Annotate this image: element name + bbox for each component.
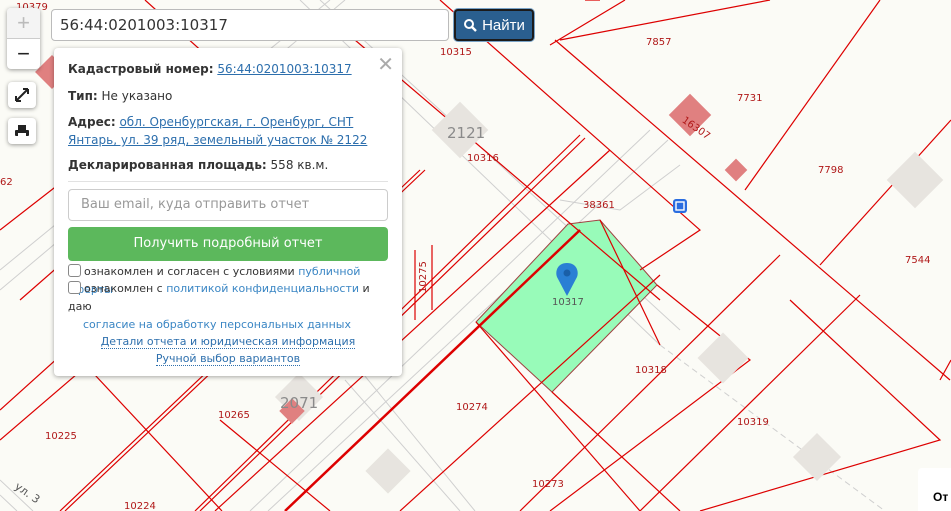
type-value: Не указано xyxy=(101,89,173,103)
type-row: Тип: Не указано xyxy=(68,87,388,105)
svg-text:62: 62 xyxy=(0,177,13,188)
svg-text:2121: 2121 xyxy=(447,124,485,142)
area-row: Декларированная площадь: 558 кв.м. xyxy=(68,156,388,174)
search-button[interactable]: Найти xyxy=(454,9,534,41)
address-row: Адрес: обл. Оренбургская, г. Оренбург, С… xyxy=(68,113,388,149)
svg-text:10319: 10319 xyxy=(737,417,769,428)
details-link[interactable]: Детали отчета и юридическая информация xyxy=(100,335,356,349)
svg-text:38361: 38361 xyxy=(583,200,615,211)
parcel-info-popup: ✕ Кадастровый номер: 56:44:0201003:10317… xyxy=(54,48,402,376)
search-button-label: Найти xyxy=(482,16,525,34)
offer-text: ознакомлен и согласен с условиями xyxy=(84,265,295,278)
cadastral-label: Кадастровый номер: xyxy=(68,62,214,76)
bus-stop-icon[interactable] xyxy=(673,199,687,213)
privacy-agreement: ознакомлен с политикой конфиденциальност… xyxy=(68,280,388,334)
cadastral-search-input[interactable]: 56:44:0201003:10317 xyxy=(51,9,449,41)
svg-text:10224: 10224 xyxy=(124,501,156,511)
svg-text:7857: 7857 xyxy=(646,37,671,48)
fullscreen-button[interactable] xyxy=(8,82,36,108)
svg-text:10318: 10318 xyxy=(635,365,667,376)
divider xyxy=(68,181,388,182)
svg-text:7731: 7731 xyxy=(737,93,762,104)
svg-text:10275: 10275 xyxy=(418,261,429,293)
svg-text:2071: 2071 xyxy=(280,394,318,412)
svg-text:10274: 10274 xyxy=(456,402,488,413)
svg-text:7798: 7798 xyxy=(818,165,843,176)
search-icon xyxy=(464,19,477,32)
svg-text:ул. 3: ул. 3 xyxy=(12,480,42,506)
svg-text:10317: 10317 xyxy=(552,297,584,308)
print-button[interactable] xyxy=(8,118,36,144)
zoom-control: + − xyxy=(7,8,40,69)
corner-panel[interactable]: От xyxy=(918,468,951,511)
zoom-in-button[interactable]: + xyxy=(7,8,40,39)
details-row: Детали отчета и юридическая информация xyxy=(54,335,402,349)
privacy-text: ознакомлен с xyxy=(84,282,163,295)
cadastral-row: Кадастровый номер: 56:44:0201003:10317 xyxy=(68,60,388,78)
email-input[interactable]: Ваш email, куда отправить отчет xyxy=(68,189,388,221)
get-report-button[interactable]: Получить подробный отчет xyxy=(68,227,388,261)
manual-selection-link[interactable]: Ручной выбор вариантов xyxy=(155,352,301,366)
area-value: 558 кв.м. xyxy=(270,158,329,172)
type-label: Тип: xyxy=(68,89,98,103)
svg-text:7544: 7544 xyxy=(905,255,930,266)
svg-text:10265: 10265 xyxy=(218,410,250,421)
manual-row: Ручной выбор вариантов xyxy=(54,352,402,366)
expand-icon xyxy=(15,88,29,102)
svg-text:10316: 10316 xyxy=(467,153,499,164)
svg-text:10315: 10315 xyxy=(440,47,472,58)
privacy-policy-link[interactable]: политикой конфиденциальности xyxy=(166,282,359,295)
svg-text:10273: 10273 xyxy=(532,479,564,490)
cadastral-number-link[interactable]: 56:44:0201003:10317 xyxy=(217,62,351,76)
address-label: Адрес: xyxy=(68,115,116,129)
area-label: Декларированная площадь: xyxy=(68,158,267,172)
svg-text:10225: 10225 xyxy=(45,431,77,442)
offer-checkbox[interactable] xyxy=(68,264,81,277)
personal-data-consent-link[interactable]: согласие на обработку персональных данны… xyxy=(83,318,351,331)
zoom-out-button[interactable]: − xyxy=(7,39,40,69)
printer-icon xyxy=(15,125,29,137)
privacy-checkbox[interactable] xyxy=(68,281,81,294)
